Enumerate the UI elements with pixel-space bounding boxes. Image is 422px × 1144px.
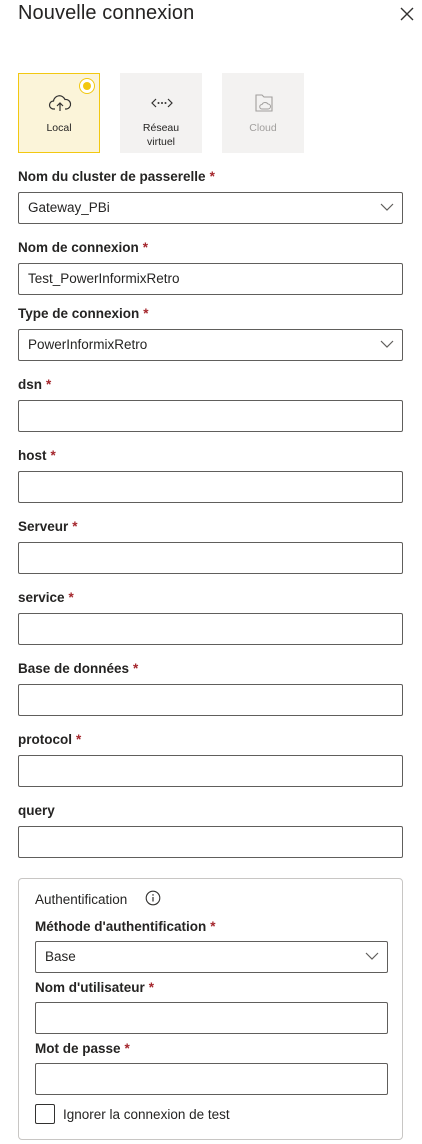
cloud-upload-icon: [48, 95, 72, 111]
database-input[interactable]: [18, 684, 403, 716]
tile-virtual-network-label: Réseau virtuel: [142, 122, 180, 148]
dsn-label: dsn *: [18, 377, 52, 392]
auth-method-value: Base: [45, 949, 76, 964]
tile-cloud-label: Cloud: [249, 122, 277, 134]
gateway-cluster-select[interactable]: Gateway_PBi: [18, 192, 403, 224]
protocol-input[interactable]: [18, 755, 403, 787]
auth-method-select[interactable]: Base: [35, 941, 388, 973]
tile-local-label: Local: [46, 122, 72, 134]
auth-method-label: Méthode d'authentification *: [35, 919, 216, 934]
gateway-cluster-value: Gateway_PBi: [28, 200, 110, 215]
connection-name-input[interactable]: Test_PowerInformixRetro: [18, 263, 403, 295]
protocol-label: protocol *: [18, 732, 82, 747]
skip-test-connection-checkbox[interactable]: [35, 1104, 55, 1124]
authentication-title: Authentification: [35, 892, 128, 907]
close-button[interactable]: [396, 3, 418, 25]
chevron-down-icon: [365, 952, 379, 960]
database-label: Base de données *: [18, 661, 139, 676]
authentication-panel: Authentification Méthode d'authentificat…: [18, 878, 403, 1140]
connection-type-value: PowerInformixRetro: [28, 337, 148, 352]
chevron-down-icon: [380, 340, 394, 348]
server-label: Serveur *: [18, 519, 78, 534]
connection-type-label: Type de connexion *: [18, 306, 149, 321]
service-label: service *: [18, 590, 74, 605]
page-title: Nouvelle connexion: [18, 2, 195, 24]
gateway-cluster-label: Nom du cluster de passerelle *: [18, 169, 215, 184]
tile-local[interactable]: Local: [18, 73, 100, 153]
dsn-input[interactable]: [18, 400, 403, 432]
query-input[interactable]: [18, 826, 403, 858]
username-label: Nom d'utilisateur *: [35, 980, 154, 995]
password-input[interactable]: [35, 1063, 388, 1095]
cloud-document-icon: [255, 94, 273, 112]
server-input[interactable]: [18, 542, 403, 574]
skip-test-connection-label: Ignorer la connexion de test: [63, 1106, 230, 1122]
selected-radio-indicator: [79, 78, 95, 94]
query-label: query: [18, 803, 55, 818]
skip-test-connection-row[interactable]: Ignorer la connexion de test: [35, 1104, 230, 1124]
tile-virtual-network[interactable]: Réseau virtuel: [120, 73, 202, 153]
service-input[interactable]: [18, 613, 403, 645]
username-input[interactable]: [35, 1002, 388, 1034]
host-input[interactable]: [18, 471, 403, 503]
tile-cloud: Cloud: [222, 73, 304, 153]
info-icon[interactable]: [145, 890, 161, 906]
connection-type-select[interactable]: PowerInformixRetro: [18, 329, 403, 361]
virtual-network-icon: [151, 98, 173, 108]
host-label: host *: [18, 448, 56, 463]
close-icon: [400, 7, 414, 21]
chevron-down-icon: [380, 203, 394, 211]
password-label: Mot de passe *: [35, 1041, 130, 1056]
connection-name-label: Nom de connexion *: [18, 240, 149, 255]
